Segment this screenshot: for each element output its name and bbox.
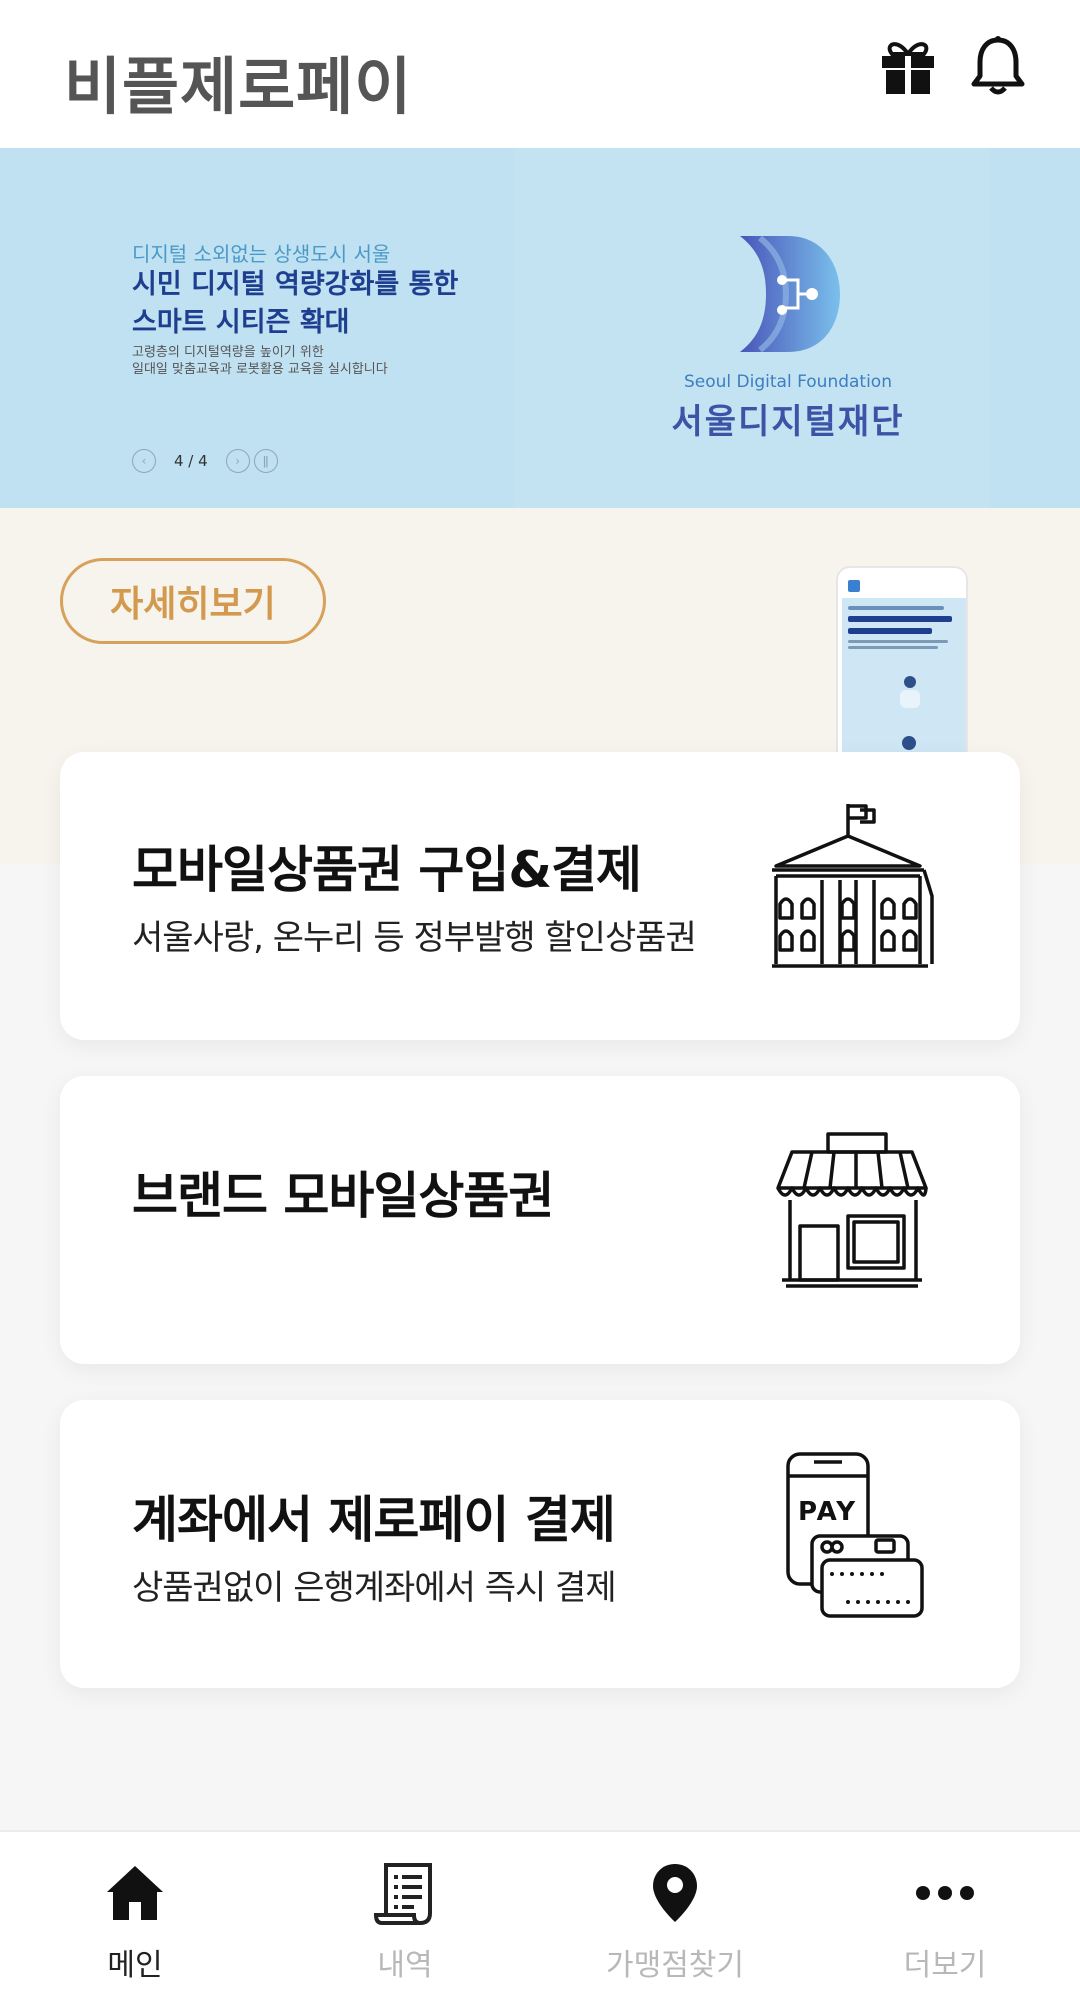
- mobile-voucher-purchase-card[interactable]: 모바일상품권 구입&결제 서울사랑, 온누리 등 정부발행 할인상품권: [60, 752, 1020, 1040]
- banner-headline-line: 시민 디지털 역량강화를 통한: [132, 269, 459, 300]
- card-title: 계좌에서 제로페이 결제: [132, 1491, 616, 1549]
- card-subtitle: 상품권없이 은행계좌에서 즉시 결제: [132, 1568, 617, 1608]
- gift-icon[interactable]: [876, 34, 940, 98]
- more-dots-icon: [916, 1886, 974, 1900]
- banner-description: 고령층의 디지털역량을 높이기 위한 일대일 맞춤교육과 로봇활용 교육을 실시…: [132, 344, 388, 378]
- card-title: 모바일상품권 구입&결제: [132, 841, 642, 899]
- tab-main[interactable]: 메인: [0, 1832, 270, 2006]
- store-icon: [776, 1132, 928, 1288]
- banner-description-line: 일대일 맞춤교육과 로봇활용 교육을 실시합니다: [132, 362, 388, 377]
- bell-icon[interactable]: [966, 34, 1030, 98]
- prev-slide-icon[interactable]: ‹: [132, 449, 156, 473]
- receipt-icon: [374, 1863, 432, 1925]
- tab-more[interactable]: 더보기: [810, 1832, 1080, 2006]
- tab-store-finder[interactable]: 가맹점찾기: [540, 1832, 810, 2006]
- government-building-icon: [772, 804, 934, 968]
- brand-voucher-card[interactable]: 브랜드 모바일상품권: [60, 1076, 1020, 1364]
- pager-count: 4 / 4: [174, 452, 208, 470]
- logo-korean-name: 서울디지털재단: [671, 402, 905, 442]
- logo-english-name: Seoul Digital Foundation: [684, 372, 892, 392]
- banner-subtitle: 디지털 소외없는 상생도시 서울: [132, 242, 391, 266]
- tab-label: 더보기: [903, 1948, 987, 1983]
- banner-headline: 시민 디지털 역량강화를 통한 스마트 시티즌 확대: [132, 266, 458, 342]
- banner-pager: ‹ 4 / 4 › ǁ: [132, 448, 278, 474]
- tab-history[interactable]: 내역: [270, 1832, 540, 2006]
- seoul-digital-foundation-logo: [740, 235, 840, 353]
- banner-headline-line: 스마트 시티즌 확대: [132, 307, 350, 338]
- tab-label: 가맹점찾기: [606, 1948, 744, 1983]
- tab-label: 메인: [107, 1948, 163, 1983]
- card-title: 브랜드 모바일상품권: [132, 1167, 554, 1225]
- mobile-pay-card-icon: PAY: [786, 1452, 924, 1618]
- bottom-tab-bar: 메인 내역 가맹점찾기 더보기: [0, 1830, 1080, 2006]
- view-details-button[interactable]: 자세히보기: [60, 558, 326, 644]
- bank-account-pay-card[interactable]: 계좌에서 제로페이 결제 상품권없이 은행계좌에서 즉시 결제 PAY: [60, 1400, 1020, 1688]
- tab-label: 내역: [377, 1948, 433, 1983]
- app-header: 비플제로페이: [0, 0, 1080, 148]
- location-pin-icon: [653, 1864, 697, 1922]
- app-title: 비플제로페이: [64, 50, 413, 123]
- pause-icon[interactable]: ǁ: [253, 449, 278, 473]
- home-icon: [107, 1866, 163, 1920]
- next-slide-icon[interactable]: ›: [225, 449, 250, 473]
- banner-image: 디지털 소외없는 상생도시 서울 시민 디지털 역량강화를 통한 스마트 시티즌…: [0, 148, 1080, 508]
- banner-description-line: 고령층의 디지털역량을 높이기 위한: [132, 345, 324, 360]
- pay-icon-text: PAY: [798, 1497, 857, 1527]
- card-subtitle: 서울사랑, 온누리 등 정부발행 할인상품권: [132, 918, 697, 958]
